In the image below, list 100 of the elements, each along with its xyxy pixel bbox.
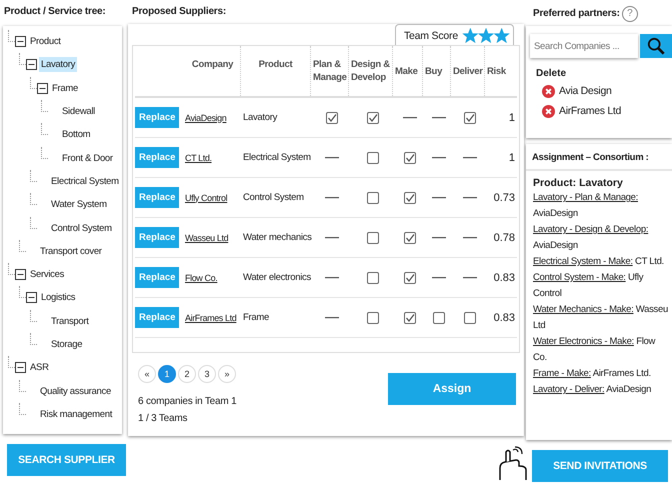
tree-item[interactable]: ASR [28,360,51,376]
previous-page-button[interactable]: « [138,365,156,383]
collapse-toggle-icon[interactable] [26,292,37,304]
collapse-toggle-icon[interactable] [26,59,37,70]
task-link[interactable]: Frame - Make: [533,368,591,379]
tree-item[interactable]: Control System [49,220,114,236]
partner-name: Avia Design [559,85,612,97]
dash-icon [432,276,446,279]
tree-item[interactable]: Risk management [38,406,114,422]
dash-icon [325,316,339,319]
table-cell-text: 1 [508,152,516,164]
dash-icon [432,196,446,199]
tree-item[interactable]: Services [28,267,66,282]
task-link[interactable]: Lavatory - Plan & Manage: [533,192,638,203]
page-button[interactable]: 3 [198,365,216,383]
remove-icon[interactable] [542,84,555,98]
checkbox[interactable] [404,192,416,204]
table-cell-text: 0.83 [492,312,516,324]
page-button[interactable]: 2 [178,365,196,383]
checkbox[interactable] [464,112,476,124]
company-link[interactable]: AviaDesign [185,112,226,122]
column-header: Deliver [451,46,485,96]
tree-item[interactable]: Logistics [39,290,78,306]
tree-title: Product / Service tree: [3,5,107,19]
team-score-label: Team Score [404,30,458,42]
tree-item[interactable]: Product [28,34,63,50]
page-button[interactable]: 1 [158,365,176,383]
column-header: Buy [423,46,451,96]
task-link[interactable]: Control System - Make: [533,272,626,283]
table-cell-text: 1 [508,112,516,124]
task-link[interactable]: Lavatory - Design & Develop: [533,224,648,235]
column-header: Plan & Manage [311,46,349,96]
tree-item[interactable]: Electrical System [49,174,121,189]
tree-item[interactable]: Bottom [60,127,92,142]
checkbox[interactable] [367,112,379,124]
search-button[interactable] [640,34,672,58]
checkbox[interactable] [367,312,379,324]
table-cell-text: Water mechanics [242,231,313,244]
checkbox[interactable] [404,312,416,324]
tree-item[interactable]: Quality assurance [38,384,113,399]
remove-icon[interactable] [542,104,555,118]
company-link[interactable]: CT Ltd. [185,152,212,162]
dash-icon [463,276,477,279]
dash-icon [325,156,339,159]
checkbox[interactable] [464,312,476,324]
dash-icon [403,116,417,119]
task-link[interactable]: Water Electronics - Make: [533,336,634,347]
column-header: Risk [486,64,507,78]
tree-item[interactable]: Transport cover [38,244,104,259]
collapse-toggle-icon[interactable] [15,36,26,48]
checkbox[interactable] [404,152,416,164]
dash-icon [432,236,446,239]
delete-label: Delete [536,68,568,79]
column-header: Make [393,46,423,96]
column-header: Company [185,46,241,96]
tree-item[interactable]: Water System [49,197,109,212]
table-cell-text: 0.83 [492,272,516,284]
checkbox[interactable] [326,112,338,124]
tree-item[interactable]: Lavatory [39,57,78,72]
collapse-toggle-icon[interactable] [15,362,26,374]
collapse-toggle-icon[interactable] [37,82,48,94]
assignment-entry: Lavatory - Design & Develop: AviaDesign [533,223,650,253]
collapse-toggle-icon[interactable] [15,269,26,280]
tree-item[interactable]: Sidewall [60,104,97,120]
tree-item[interactable]: Front & Door [60,150,115,166]
checkbox[interactable] [367,192,379,204]
company-link[interactable]: Ufly Control [185,192,228,202]
tree-item[interactable]: Transport [49,314,91,329]
dash-icon [463,156,477,159]
company-link[interactable]: Flow Co. [185,272,218,282]
company-link[interactable]: AirFrames Ltd [185,312,236,322]
partners-title: Preferred partners: [533,7,620,21]
checkbox[interactable] [367,232,379,244]
tree-item[interactable]: Storage [49,337,84,352]
checkbox[interactable] [367,272,379,284]
task-link[interactable]: Electrical System - Make: [533,256,633,267]
next-page-button[interactable]: » [218,365,236,383]
tree-item[interactable]: Frame [50,80,80,96]
checkbox[interactable] [404,272,416,284]
suppliers-title: Proposed Suppliers: [131,5,227,19]
table-cell-text: Control System [242,191,305,204]
task-link[interactable]: Lavatory - Deliver: [533,384,604,395]
assignment-entry: Water Mechanics - Make: Wasseu Ltd [533,303,668,333]
task-link[interactable]: Water Mechanics - Make: [533,304,634,315]
table-cell-text: 0.73 [492,192,516,204]
table-cell-text: Lavatory [242,111,278,124]
partner-name: AirFrames Ltd [559,105,622,117]
search-field[interactable]: Search Companies ... [530,34,638,58]
assignment-entry: Water Electronics - Make: Flow Co. [533,335,656,365]
table-cell-text: 0.78 [492,232,516,244]
checkbox[interactable] [404,232,416,244]
checkbox[interactable] [433,312,445,324]
help-button[interactable]: ? [622,6,638,22]
dash-icon [325,276,339,279]
checkbox[interactable] [367,152,379,164]
assignment-entry: Control System - Make: Ufly Control [533,271,644,301]
assignment-entry: Lavatory - Deliver: AviaDesign [533,383,652,397]
company-link[interactable]: Wasseu Ltd [185,232,228,242]
team-summary-text: 1 / 3 Teams [138,412,188,426]
dash-icon [325,236,339,239]
